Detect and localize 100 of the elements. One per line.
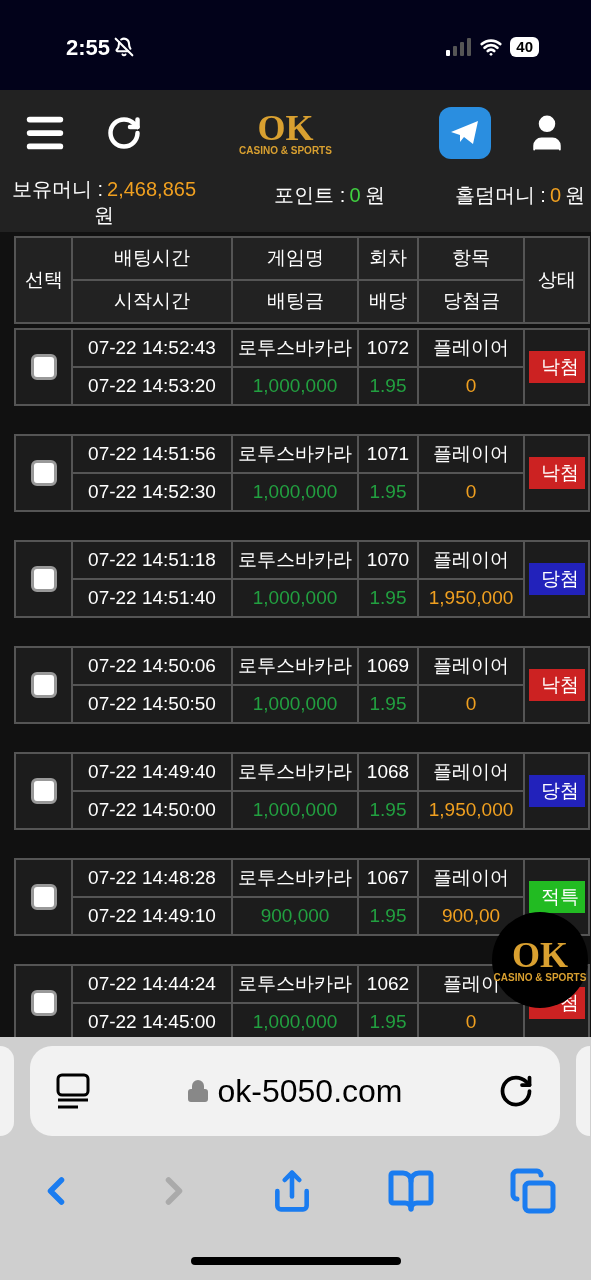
- table-cell: 1062: [359, 966, 417, 1002]
- table-cell: 07-22 14:51:56: [73, 436, 231, 472]
- balance-unit: 원: [364, 183, 385, 208]
- table-cell: 1,000,000: [233, 1004, 357, 1040]
- table-cell: 07-22 14:50:50: [73, 686, 231, 722]
- table-cell: 1067: [359, 860, 417, 896]
- table-cell: 900,000: [233, 898, 357, 934]
- table-header-cell: 당첨금: [419, 281, 523, 322]
- table-cell: 1.95: [359, 474, 417, 510]
- table-cell: 로투스바카라: [233, 542, 357, 578]
- table-cell: 1069: [359, 648, 417, 684]
- table-cell: 07-22 14:49:40: [73, 754, 231, 790]
- table-cell: 1,000,000: [233, 580, 357, 616]
- reload-icon[interactable]: [498, 1073, 534, 1109]
- tabs-icon[interactable]: [509, 1167, 557, 1215]
- table-cell: 07-22 14:52:43: [73, 330, 231, 366]
- url-text: ok-5050.com: [217, 1072, 403, 1111]
- table-header-cell: 항목: [419, 238, 523, 279]
- table-cell: 1,000,000: [233, 686, 357, 722]
- select-checkbox[interactable]: [30, 460, 57, 486]
- table-header-cell: 게임명: [233, 238, 357, 279]
- table-cell: 1.95: [359, 686, 417, 722]
- status-badge: 낙첨: [528, 350, 585, 384]
- table-cell: 07-22 14:49:10: [73, 898, 231, 934]
- status-badge: 적특: [528, 880, 585, 914]
- reader-icon[interactable]: [56, 1073, 90, 1109]
- table-cell: 1.95: [359, 1004, 417, 1040]
- table-cell: 로투스바카라: [233, 754, 357, 790]
- table-cell: 900,00: [419, 898, 523, 934]
- table-cell: 1070: [359, 542, 417, 578]
- table-cell: 플레이어: [419, 330, 523, 366]
- table-cell: 1,000,000: [233, 368, 357, 404]
- clock-time: 2:55: [66, 33, 111, 62]
- balance-label: 포인트 :: [274, 183, 346, 208]
- status-badge: 당첨: [528, 562, 585, 596]
- balance-label: 홀덤머니 :: [454, 183, 546, 208]
- table-cell: 1,000,000: [233, 474, 357, 510]
- table-header-cell: 시작시간: [73, 281, 231, 322]
- bell-off-icon: [114, 37, 135, 57]
- table-cell: 1071: [359, 436, 417, 472]
- balance-unit: 원: [94, 203, 114, 228]
- table-cell: 플레이어: [419, 542, 523, 578]
- table-cell: 1.95: [359, 792, 417, 828]
- signal-icon: [446, 38, 473, 56]
- table-cell: 07-22 14:48:28: [73, 860, 231, 896]
- table-cell: 07-22 14:53:20: [73, 368, 231, 404]
- table-cell: 07-22 14:51:18: [73, 542, 231, 578]
- table-cell: 1068: [359, 754, 417, 790]
- select-checkbox[interactable]: [30, 884, 57, 910]
- table-cell: 로투스바카라: [233, 330, 357, 366]
- balance-label: 보유머니 :: [11, 177, 104, 202]
- battery-level: 40: [510, 37, 539, 57]
- table-header-cell: 배당: [359, 281, 417, 322]
- paper-plane-icon[interactable]: [439, 107, 491, 159]
- table-cell: 로투스바카라: [233, 966, 357, 1002]
- balance-unit: 원: [565, 183, 585, 208]
- table-header-cell: 배팅금: [233, 281, 357, 322]
- select-checkbox[interactable]: [30, 354, 57, 380]
- table-cell: 로투스바카라: [233, 860, 357, 896]
- table-cell: 플레이어: [419, 648, 523, 684]
- status-badge: 낙첨: [528, 668, 585, 702]
- balance-value: 0: [349, 183, 361, 208]
- table-cell: 1.95: [359, 898, 417, 934]
- table-cell: 1.95: [359, 580, 417, 616]
- table-cell: 0: [419, 686, 523, 722]
- table-cell: 1,950,000: [419, 792, 523, 828]
- select-checkbox[interactable]: [30, 778, 57, 804]
- lock-icon: [185, 1079, 210, 1103]
- table-cell: 1,950,000: [419, 580, 523, 616]
- table-cell: 로투스바카라: [233, 436, 357, 472]
- table-cell: 로투스바카라: [233, 648, 357, 684]
- table-header-cell: 상태: [525, 238, 588, 322]
- refresh-icon[interactable]: [106, 115, 142, 151]
- select-checkbox[interactable]: [30, 566, 57, 592]
- table-cell: 0: [419, 368, 523, 404]
- status-badge: 당첨: [528, 774, 585, 808]
- table-cell: 플레이어: [419, 436, 523, 472]
- status-badge: 낙첨: [528, 456, 585, 490]
- table-cell: 07-22 14:45:00: [73, 1004, 231, 1040]
- table-cell: 07-22 14:51:40: [73, 580, 231, 616]
- wifi-icon: [480, 36, 503, 58]
- table-cell: 07-22 14:50:00: [73, 792, 231, 828]
- table-header-cell: 회차: [359, 238, 417, 279]
- table-cell: 07-22 14:44:24: [73, 966, 231, 1002]
- select-checkbox[interactable]: [30, 672, 57, 698]
- table-cell: 07-22 14:50:06: [73, 648, 231, 684]
- table-cell: 플레이어: [419, 754, 523, 790]
- balance-value: 0: [549, 183, 561, 208]
- table-cell: 1,000,000: [233, 792, 357, 828]
- table-cell: 플레이어: [419, 860, 523, 896]
- logo-subtitle: CASINO & SPORTS: [239, 146, 332, 156]
- table-header-cell: 선택: [16, 238, 71, 322]
- table-cell: 1.95: [359, 368, 417, 404]
- table-cell: 1072: [359, 330, 417, 366]
- table-header-cell: 배팅시간: [73, 238, 231, 279]
- table-cell: 07-22 14:52:30: [73, 474, 231, 510]
- table-cell: 0: [419, 1004, 523, 1040]
- select-checkbox[interactable]: [30, 990, 57, 1016]
- address-bar[interactable]: ok-5050.com: [30, 1046, 560, 1136]
- table-cell: 0: [419, 474, 523, 510]
